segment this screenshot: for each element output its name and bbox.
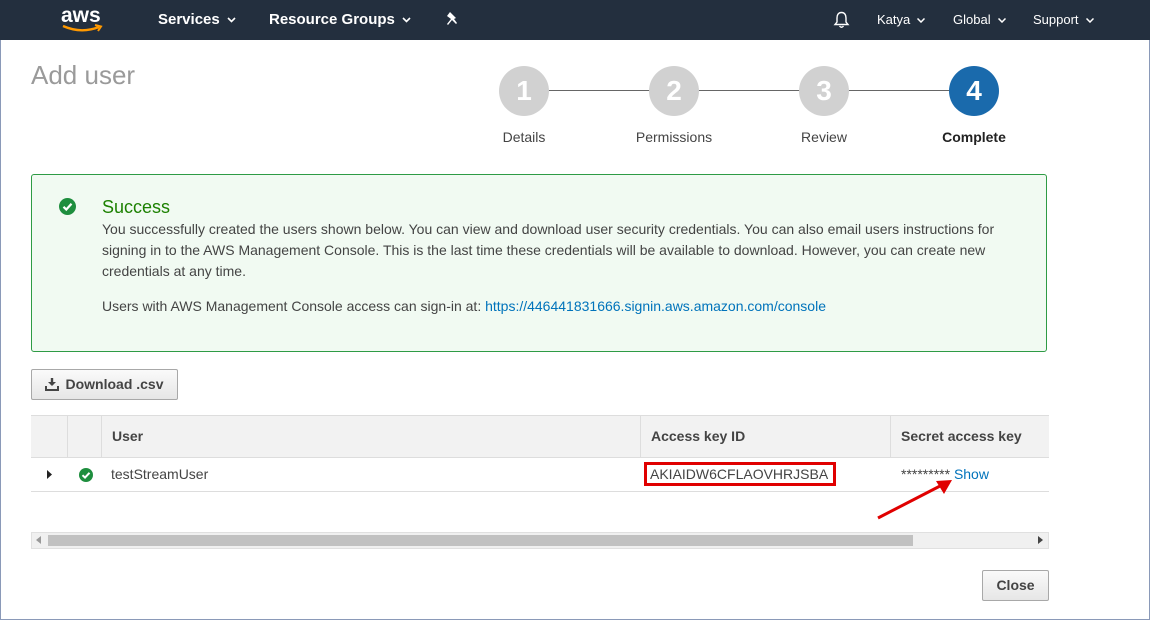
resource-groups-menu[interactable]: Resource Groups bbox=[269, 0, 411, 40]
user-name-cell[interactable]: testStreamUser bbox=[111, 458, 208, 491]
chevron-down-icon bbox=[997, 0, 1006, 40]
scroll-right-icon[interactable] bbox=[1038, 536, 1043, 544]
aws-logo[interactable]: aws bbox=[61, 4, 105, 36]
success-title: Success bbox=[102, 197, 171, 217]
step-label: Review bbox=[801, 129, 847, 145]
table-header: User Access key ID Secret access key bbox=[31, 415, 1049, 458]
page-title: Add user bbox=[31, 60, 136, 90]
region-menu[interactable]: Global bbox=[953, 0, 1006, 40]
chevron-down-icon bbox=[1085, 0, 1094, 40]
column-header-access-key-id[interactable]: Access key ID bbox=[640, 416, 891, 457]
chevron-down-icon bbox=[227, 0, 236, 40]
step-label: Details bbox=[502, 129, 546, 145]
column-header-secret-access-key[interactable]: Secret access key bbox=[890, 416, 1049, 457]
chevron-down-icon bbox=[402, 0, 411, 40]
step-label: Complete bbox=[942, 129, 1006, 145]
console-signin-line: Users with AWS Management Console access… bbox=[102, 298, 826, 314]
step-number: 3 bbox=[799, 66, 849, 116]
step-label: Permissions bbox=[635, 129, 713, 145]
check-circle-icon bbox=[59, 198, 76, 215]
step-permissions: 2 Permissions bbox=[614, 66, 734, 145]
download-csv-button[interactable]: Download .csv bbox=[31, 369, 178, 400]
check-circle-icon bbox=[79, 468, 93, 482]
bell-icon[interactable] bbox=[833, 11, 850, 29]
console-signin-link[interactable]: https://446441831666.signin.aws.amazon.c… bbox=[485, 298, 826, 314]
services-menu[interactable]: Services bbox=[158, 0, 236, 40]
download-csv-label: Download .csv bbox=[65, 376, 164, 392]
region-label: Global bbox=[953, 12, 991, 27]
account-menu[interactable]: Katya bbox=[877, 0, 926, 40]
pin-icon[interactable] bbox=[446, 11, 460, 29]
step-review: 3 Review bbox=[764, 66, 884, 145]
step-details: 1 Details bbox=[464, 66, 584, 145]
expand-column-header bbox=[31, 416, 67, 457]
scrollbar-thumb[interactable] bbox=[48, 535, 913, 546]
download-icon bbox=[45, 378, 60, 391]
column-header-user[interactable]: User bbox=[101, 416, 641, 457]
expand-row-toggle[interactable] bbox=[45, 458, 53, 491]
account-name: Katya bbox=[877, 12, 911, 27]
support-menu[interactable]: Support bbox=[1033, 0, 1094, 40]
chevron-down-icon bbox=[917, 0, 926, 40]
access-key-id-cell[interactable]: AKIAIDW6CFLAOVHRJSBA bbox=[644, 462, 836, 486]
annotation-arrow-icon bbox=[877, 480, 952, 520]
resource-groups-label: Resource Groups bbox=[269, 11, 395, 28]
success-message: You successfully created the users shown… bbox=[102, 221, 995, 279]
step-number: 4 bbox=[949, 66, 999, 116]
top-navigation-bar: aws Services Resource Groups Katya Globa… bbox=[0, 0, 1150, 40]
support-label: Support bbox=[1033, 12, 1079, 27]
step-number: 2 bbox=[649, 66, 699, 116]
step-number: 1 bbox=[499, 66, 549, 116]
console-signin-text: Users with AWS Management Console access… bbox=[102, 298, 486, 314]
status-column-header bbox=[67, 416, 101, 457]
services-label: Services bbox=[158, 11, 220, 28]
aws-smile-icon bbox=[62, 24, 103, 32]
step-complete: 4 Complete bbox=[914, 66, 1034, 145]
horizontal-scrollbar[interactable] bbox=[31, 532, 1049, 549]
close-button[interactable]: Close bbox=[982, 570, 1049, 601]
scroll-left-icon[interactable] bbox=[36, 536, 41, 544]
caret-right-icon bbox=[47, 470, 52, 479]
